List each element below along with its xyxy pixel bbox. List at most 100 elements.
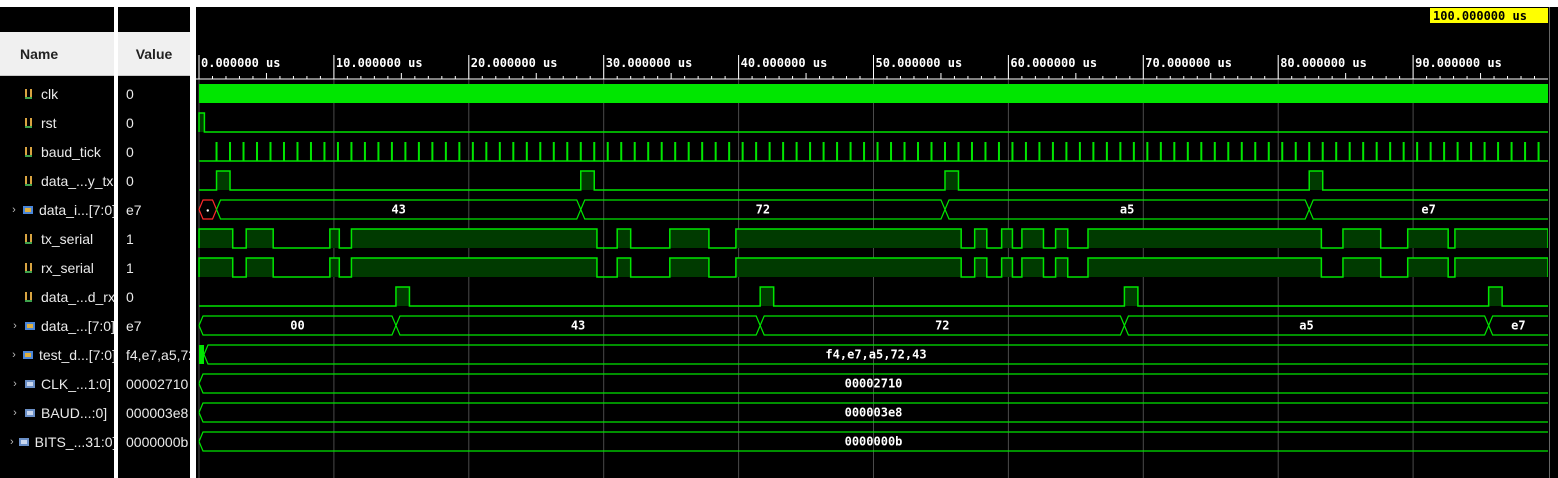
tick-pulse — [687, 142, 690, 161]
tick-pulse — [1078, 142, 1081, 161]
tick-pulse — [539, 142, 542, 161]
tick-pulse — [890, 142, 893, 161]
tick-pulse — [1240, 142, 1243, 161]
tick-pulse — [943, 142, 946, 161]
tick-pulse — [903, 142, 906, 161]
clock-wave — [199, 84, 1548, 103]
signal-row[interactable]: rst — [10, 108, 116, 137]
signal-row[interactable]: › data_...[7:0] — [10, 311, 116, 340]
high-level-fill — [1087, 229, 1322, 248]
tick-pulse — [809, 142, 812, 161]
tick-pulse — [579, 142, 582, 161]
tick-pulse — [1294, 142, 1297, 161]
tick-pulse — [1416, 142, 1419, 161]
signal-value: 0 — [126, 288, 134, 305]
signal-value: 1 — [126, 259, 134, 276]
signal-row[interactable]: › data_i...[7:0] — [10, 195, 116, 224]
vertical-scrollbar[interactable] — [1549, 7, 1558, 478]
high-level-fill — [199, 229, 233, 248]
tick-pulse — [1173, 142, 1176, 161]
expand-chevron-icon[interactable]: › — [10, 436, 14, 448]
high-level-fill — [617, 229, 631, 248]
signal-value: 0 — [126, 85, 134, 102]
signal-value: 0000000b — [126, 433, 189, 450]
tick-pulse — [1254, 142, 1257, 161]
high-level-fill — [1454, 258, 1548, 277]
tick-pulse — [1375, 142, 1378, 161]
expand-chevron-icon[interactable]: › — [10, 320, 20, 332]
bus-signal-icon — [24, 319, 35, 333]
signal-row[interactable]: › BAUD...:0] — [10, 398, 116, 427]
bus-value-label: 0000000b — [845, 435, 903, 449]
tick-pulse — [1267, 142, 1270, 161]
signal-row[interactable]: baud_tick — [10, 137, 116, 166]
high-level-fill — [246, 229, 274, 248]
high-level-fill — [1055, 258, 1068, 277]
bus-signal-icon — [22, 203, 33, 217]
signal-name: tx_serial — [41, 230, 94, 247]
time-tick-label: 90.000000 us — [1415, 56, 1502, 70]
tick-pulse — [836, 142, 839, 161]
signal-row[interactable]: data_...y_tx — [10, 166, 116, 195]
tick-pulse — [1321, 142, 1324, 161]
time-tick-label: 70.000000 us — [1145, 56, 1232, 70]
signal-row[interactable]: › test_d...[7:0] — [10, 340, 116, 369]
tick-pulse — [323, 142, 326, 161]
param-signal-icon — [18, 435, 29, 449]
signal-value: 000003e8 — [126, 404, 189, 421]
high-level-fill — [1342, 258, 1381, 277]
bus-signal-icon — [22, 348, 33, 362]
tick-pulse — [498, 142, 501, 161]
value-column-header[interactable]: Value — [118, 32, 190, 76]
high-level-fill — [1001, 258, 1013, 277]
signal-name: CLK_...1:0] — [41, 375, 112, 392]
signal-name: BAUD...:0] — [41, 404, 108, 421]
high-level-fill — [760, 287, 774, 306]
high-level-fill — [351, 229, 597, 248]
value-header-label: Value — [135, 45, 173, 62]
tick-pulse — [620, 142, 623, 161]
tick-pulse — [1213, 142, 1216, 161]
tick-pulse — [444, 142, 447, 161]
tick-pulse — [728, 142, 731, 161]
signal-row[interactable]: rx_serial — [10, 253, 116, 282]
tick-pulse — [1510, 142, 1513, 161]
waveform-canvas[interactable]: 100.000000 us 0.000000 us 10.000000 us 20.0… — [196, 7, 1548, 478]
tick-pulse — [1159, 142, 1162, 161]
tick-pulse — [917, 142, 920, 161]
signal-row[interactable]: › CLK_...1:0] — [10, 369, 116, 398]
signal-row[interactable]: data_...d_rx — [10, 282, 116, 311]
name-column-header[interactable]: Name — [0, 32, 118, 76]
signal-row[interactable]: clk — [10, 79, 116, 108]
tick-pulse — [229, 142, 232, 161]
column-splitter[interactable] — [114, 7, 118, 478]
tick-pulse — [674, 142, 677, 161]
signal-row[interactable]: › BITS_...31:0] — [10, 427, 116, 456]
expand-chevron-icon[interactable]: › — [10, 349, 18, 361]
high-level-fill — [1454, 229, 1548, 248]
signal-name: BITS_...31:0] — [34, 433, 116, 450]
tick-pulse — [1146, 142, 1149, 161]
expand-chevron-icon[interactable]: › — [10, 378, 20, 390]
time-tick-label: 0.000000 us — [201, 56, 280, 70]
time-tick-label: 20.000000 us — [471, 56, 558, 70]
high-level-fill — [329, 229, 340, 248]
bit-signal-icon — [24, 116, 35, 130]
expand-chevron-icon[interactable]: › — [10, 407, 20, 419]
expand-chevron-icon[interactable]: › — [10, 204, 18, 216]
time-tick-label: 60.000000 us — [1010, 56, 1097, 70]
toolbar-strip — [0, 0, 1558, 7]
bus-value-label: 00 — [290, 319, 304, 333]
signal-value: 1 — [126, 230, 134, 247]
tick-pulse — [1348, 142, 1351, 161]
high-level-fill — [1021, 229, 1044, 248]
waveform-svg[interactable]: 100.000000 us 0.000000 us 10.000000 us 20.0… — [196, 7, 1548, 478]
bit-signal-icon — [24, 87, 35, 101]
tick-pulse — [863, 142, 866, 161]
time-tick-label: 50.000000 us — [876, 56, 963, 70]
param-signal-icon — [24, 406, 35, 420]
signal-row[interactable]: tx_serial — [10, 224, 116, 253]
tick-pulse — [552, 142, 555, 161]
high-level-fill — [216, 171, 231, 190]
bit-signal-icon — [24, 174, 35, 188]
